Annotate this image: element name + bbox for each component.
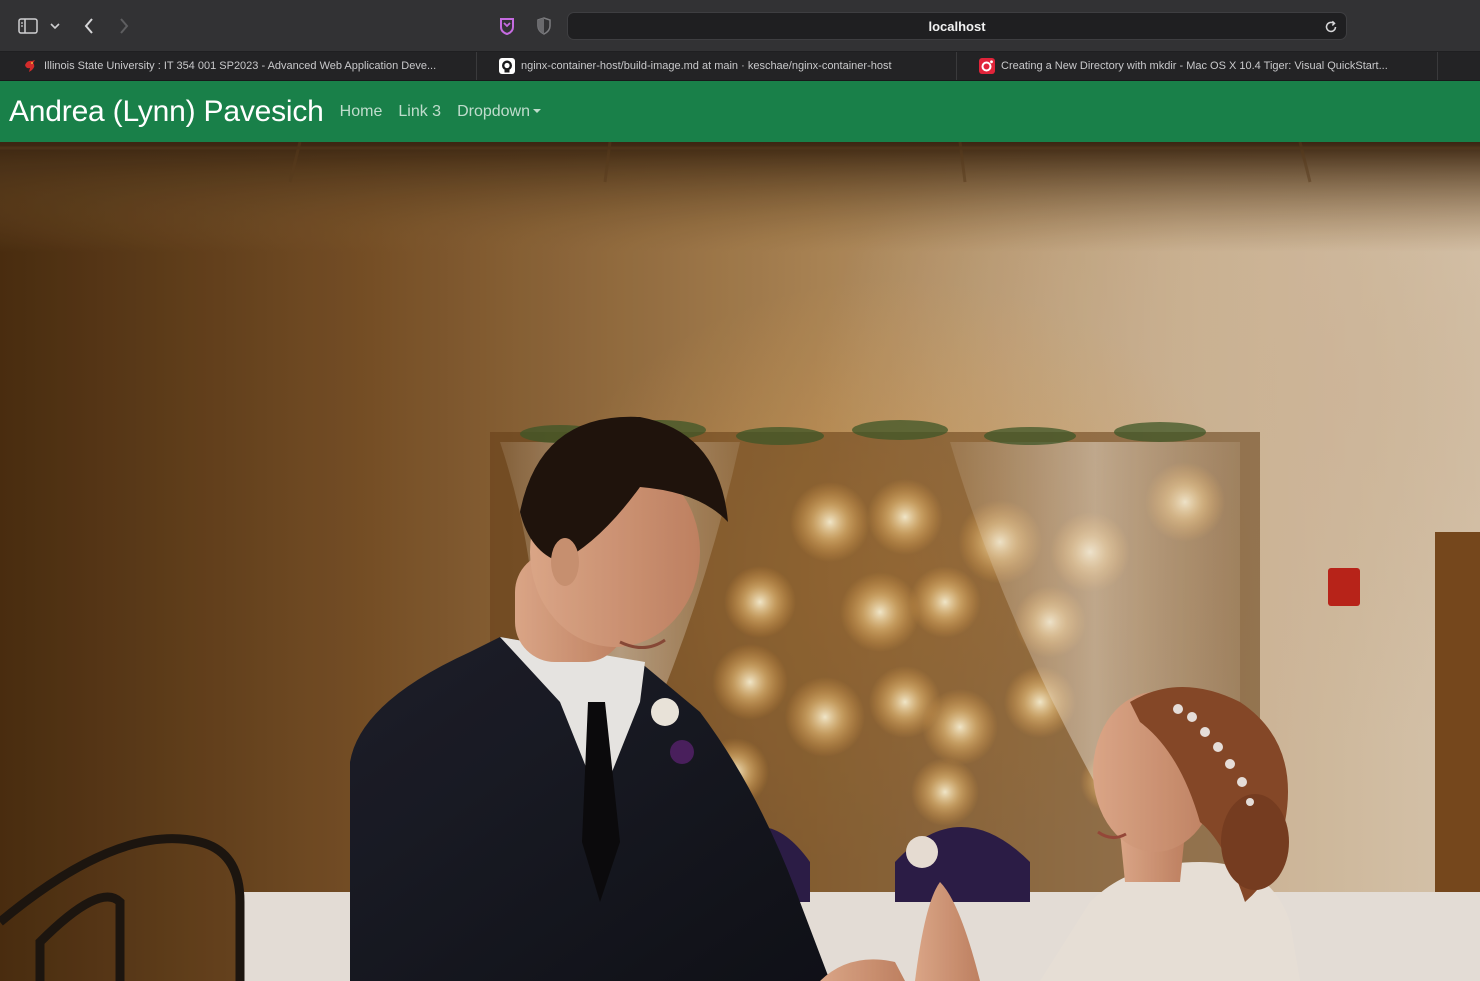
address-text: localhost [928, 18, 986, 34]
tab-strip: Illinois State University : IT 354 001 S… [0, 52, 1480, 81]
site-navbar: Andrea (Lynn) Pavesich Home Link 3 Dropd… [0, 81, 1480, 142]
page-viewport: Andrea (Lynn) Pavesich Home Link 3 Dropd… [0, 81, 1480, 981]
forward-arrow-icon[interactable] [111, 12, 137, 40]
tab-label: Illinois State University : IT 354 001 S… [44, 60, 437, 72]
isu-redbird-icon [22, 58, 38, 74]
wedding-couple-photo [0, 142, 1480, 981]
oreilly-icon [979, 58, 995, 74]
tab-label: Creating a New Directory with mkdir - Ma… [1001, 60, 1388, 72]
nav-dropdown-toggle[interactable]: Dropdown [449, 103, 549, 121]
browser-toolbar: localhost [0, 0, 1480, 52]
privacy-shield-icon[interactable] [531, 12, 557, 40]
nav-link-link-3[interactable]: Link 3 [390, 103, 449, 121]
tab-isu-course[interactable]: Illinois State University : IT 354 001 S… [0, 52, 477, 80]
sidebar-toggle-icon[interactable] [14, 12, 42, 40]
site-brand[interactable]: Andrea (Lynn) Pavesich [9, 95, 324, 129]
address-bar[interactable]: localhost [567, 12, 1347, 40]
nav-link-home[interactable]: Home [332, 103, 391, 121]
tab-label: nginx-container-host/build-image.md at m… [521, 60, 892, 72]
extension-shield-icon[interactable] [494, 12, 520, 40]
caret-down-icon [533, 108, 541, 113]
hero-photo [0, 142, 1480, 981]
chevron-down-icon[interactable] [45, 12, 65, 40]
tab-github-nginx[interactable]: nginx-container-host/build-image.md at m… [477, 52, 957, 80]
reload-icon[interactable] [1322, 18, 1340, 36]
github-icon [499, 58, 515, 74]
tab-oreilly-mkdir[interactable]: Creating a New Directory with mkdir - Ma… [957, 52, 1438, 80]
back-arrow-icon[interactable] [76, 12, 102, 40]
nav-dropdown-label: Dropdown [457, 102, 530, 120]
